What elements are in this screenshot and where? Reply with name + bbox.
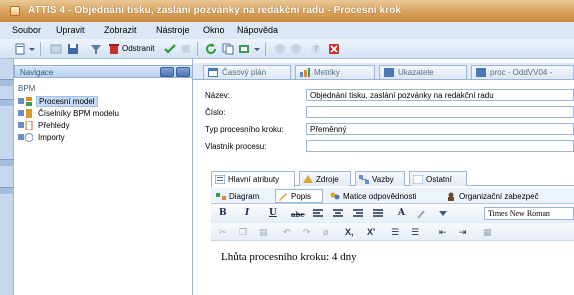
menu-upravit[interactable]: Upravit <box>56 25 85 35</box>
insert-table-icon[interactable]: ▦ <box>483 227 492 238</box>
tree-item-label: Procesní model <box>36 96 98 107</box>
bullet-list-icon[interactable]: ☰ <box>391 227 399 238</box>
refresh-icon[interactable] <box>205 43 217 55</box>
subscript-icon[interactable]: X, <box>345 227 354 237</box>
import-icon <box>18 133 33 142</box>
codebook-icon <box>18 109 32 118</box>
resources-icon <box>303 175 313 183</box>
subtab-diagram[interactable]: Diagram <box>213 189 271 203</box>
pin-panel-button[interactable] <box>160 67 174 77</box>
links-icon <box>359 175 369 184</box>
copy-text-icon[interactable]: ❐ <box>239 227 247 238</box>
format-toolbar-secondary: ✂ ❐ ▤ ↶ ↷ ⌀ X, X' ☰ ☰ ⇤ ⇥ ▦ <box>211 223 574 241</box>
menu-okno[interactable]: Okno <box>203 25 225 35</box>
strikethrough-button[interactable]: abc <box>291 210 305 219</box>
align-center-icon[interactable] <box>333 209 343 219</box>
app-icon <box>10 6 20 16</box>
open-icon[interactable] <box>50 43 62 55</box>
delete-icon[interactable] <box>108 43 120 55</box>
navigation-title: Navigace <box>20 68 54 77</box>
title-bar: ATTIS 4 - Objednání tisku, zaslání pozvá… <box>0 0 574 22</box>
menu-zobrazit[interactable]: Zobrazit <box>104 25 137 35</box>
copy-icon[interactable] <box>222 43 234 55</box>
process-model-icon <box>18 97 32 106</box>
color-dropdown-icon[interactable] <box>439 211 447 217</box>
export-icon[interactable] <box>238 43 250 55</box>
clear-format-icon[interactable]: ⌀ <box>323 227 328 238</box>
font-color-button[interactable]: A <box>398 208 405 218</box>
align-right-icon[interactable] <box>353 209 363 219</box>
menu-bar: Soubor Upravit Zobrazit Nástroje Okno Ná… <box>0 22 574 39</box>
overview-icon <box>18 121 33 130</box>
tree-item-ciselniky[interactable]: Číselníky BPM modelu <box>18 108 188 119</box>
back-icon[interactable] <box>274 43 286 55</box>
justify-icon[interactable] <box>373 209 383 219</box>
main-toolbar: Odstranit ? <box>0 39 574 59</box>
italic-button[interactable]: I <box>245 208 249 218</box>
tab-vazby[interactable]: Vazby <box>355 171 405 186</box>
font-family-select[interactable]: Times New Roman <box>484 207 574 220</box>
description-subtabs: Diagram Popis Matice odpovědnosti Organi… <box>211 188 574 204</box>
editor-content: Lhůta procesního kroku: 4 dny <box>221 251 357 263</box>
subtab-popis[interactable]: Popis <box>275 189 323 203</box>
delete-button[interactable]: Odstranit <box>122 44 154 53</box>
numbered-list-icon[interactable]: ☰ <box>411 227 419 238</box>
superscript-icon[interactable]: X' <box>367 227 375 237</box>
close-form-icon[interactable] <box>328 43 340 55</box>
detail-tabs: Hlavní atributy Zdroje Vazby Ostatní <box>211 169 574 187</box>
organization-icon <box>448 192 454 201</box>
detail-area: Hlavní atributy Zdroje Vazby Ostatní Dia… <box>193 59 574 295</box>
save-icon[interactable] <box>67 43 79 55</box>
tree-item-label: Přehledy <box>38 121 70 130</box>
cancel-icon[interactable] <box>180 43 192 55</box>
subtab-organizacni-zabezpeceni[interactable]: Organizační zabezpeč <box>443 189 574 203</box>
export-dropdown-icon[interactable] <box>253 43 261 55</box>
forward-icon[interactable] <box>290 43 302 55</box>
confirm-check-icon[interactable] <box>164 43 176 55</box>
tree-item-importy[interactable]: Importy <box>18 132 188 143</box>
cut-icon[interactable]: ✂ <box>219 227 227 238</box>
help-icon[interactable]: ? <box>310 43 322 55</box>
outdent-icon[interactable]: ⇤ <box>439 227 447 238</box>
tree-item-label: Importy <box>38 133 65 142</box>
menu-nastroje[interactable]: Nástroje <box>156 25 190 35</box>
new-document-icon[interactable] <box>14 43 26 55</box>
svg-text:?: ? <box>314 45 318 54</box>
tab-hlavni-atributy[interactable]: Hlavní atributy <box>211 171 295 187</box>
undo-icon[interactable]: ↶ <box>283 227 291 238</box>
diagram-icon <box>216 193 226 200</box>
menu-napoveda[interactable]: Nápověda <box>237 25 278 35</box>
format-toolbar: B I U abc A Times New Roman <box>211 205 574 223</box>
attributes-icon <box>215 175 225 184</box>
other-icon <box>413 175 423 184</box>
subtab-matice-odpovednosti[interactable]: Matice odpovědnosti <box>327 189 439 203</box>
highlight-icon[interactable] <box>416 209 426 219</box>
menu-soubor[interactable]: Soubor <box>12 25 41 35</box>
filter-icon[interactable] <box>90 43 102 55</box>
description-editor[interactable]: Lhůta procesního kroku: 4 dny <box>211 241 574 295</box>
close-panel-button[interactable] <box>176 67 190 77</box>
indent-icon[interactable]: ⇥ <box>459 227 467 238</box>
tab-ostatni[interactable]: Ostatní <box>409 171 467 186</box>
redo-icon[interactable]: ↷ <box>303 227 311 238</box>
paste-icon[interactable]: ▤ <box>259 227 268 238</box>
tab-zdroje[interactable]: Zdroje <box>299 171 351 186</box>
bold-button[interactable]: B <box>219 208 227 218</box>
left-dock-strip <box>0 59 14 295</box>
align-left-icon[interactable] <box>313 209 323 219</box>
navigation-panel: Navigace BPM Procesní model Číselníky BP… <box>14 59 193 295</box>
dropdown-arrow-icon[interactable] <box>28 43 36 55</box>
nav-section-bpm: BPM <box>18 84 36 93</box>
tree-item-procesni-model[interactable]: Procesní model <box>18 96 188 107</box>
underline-button[interactable]: U <box>269 208 277 218</box>
window-title: ATTIS 4 - Objednání tisku, zaslání pozvá… <box>28 5 402 16</box>
responsibility-matrix-icon <box>330 192 340 200</box>
description-icon <box>279 193 287 201</box>
tree-item-prehledy[interactable]: Přehledy <box>18 120 188 131</box>
tree-item-label: Číselníky BPM modelu <box>38 109 119 118</box>
navigation-header: Navigace <box>14 65 193 78</box>
